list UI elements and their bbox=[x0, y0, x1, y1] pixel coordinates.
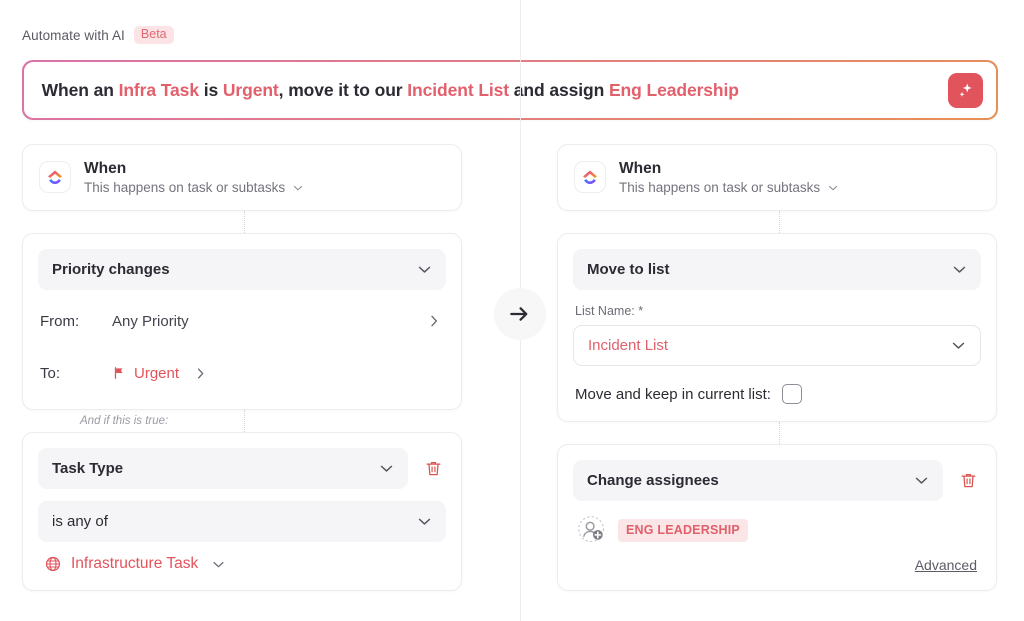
when-card-left[interactable]: When This happens on task or subtasks bbox=[22, 144, 462, 212]
list-name-label: List Name: * bbox=[575, 304, 644, 319]
when-subtitle-row-left[interactable]: This happens on task or subtasks bbox=[84, 180, 304, 195]
assignee-row: ENG LEADERSHIP bbox=[573, 501, 981, 545]
flag-icon bbox=[114, 367, 123, 380]
keep-in-list-checkbox[interactable] bbox=[781, 384, 802, 405]
condition-label: And if this is true: bbox=[80, 415, 169, 428]
trigger-card: Priority changes From: Any Priority To: bbox=[22, 233, 462, 411]
keep-in-list-label: Move and keep in current list: bbox=[575, 385, 771, 403]
trigger-from-row[interactable]: From: Any Priority bbox=[38, 302, 446, 340]
automation-builder-page: Automate with AI Beta When an Infra Task… bbox=[0, 0, 1024, 621]
connector-left-2 bbox=[244, 410, 245, 433]
when-title-right: When bbox=[619, 160, 662, 177]
generate-button[interactable] bbox=[948, 72, 984, 108]
advanced-link[interactable]: Advanced bbox=[915, 557, 977, 573]
condition-field-select[interactable]: Task Type bbox=[38, 448, 408, 490]
chevron-down-icon bbox=[418, 267, 431, 274]
chevron-down-icon bbox=[953, 267, 966, 274]
arrow-right-icon bbox=[510, 307, 528, 321]
trigger-to-value-wrap: Urgent bbox=[112, 365, 442, 382]
chevron-right-icon bbox=[198, 368, 204, 379]
condition-value-row[interactable]: Infrastructure Task bbox=[38, 542, 446, 573]
chevron-right-icon bbox=[431, 316, 438, 327]
move-to-list-body: Move to list List Name: * Incident List … bbox=[558, 234, 996, 421]
clickup-logo-icon bbox=[39, 161, 71, 194]
assignee-action-row: Change assignees bbox=[573, 460, 981, 502]
trigger-to-label: To: bbox=[40, 364, 61, 382]
move-action-select[interactable]: Move to list bbox=[573, 249, 981, 291]
chevron-down-icon bbox=[380, 466, 393, 473]
assignee-chip[interactable]: ENG LEADERSHIP bbox=[618, 518, 748, 542]
condition-operator-value: is any of bbox=[52, 513, 108, 531]
chevron-down-icon bbox=[829, 185, 838, 191]
list-name-select[interactable]: Incident List bbox=[573, 325, 981, 367]
move-action-value: Move to list bbox=[587, 261, 670, 279]
trigger-type-value: Priority changes bbox=[52, 261, 170, 279]
connector-right-1 bbox=[779, 211, 780, 234]
delete-action-button[interactable] bbox=[955, 467, 981, 495]
chevron-down-icon bbox=[294, 185, 303, 191]
delete-condition-button[interactable] bbox=[420, 455, 446, 483]
ai-prompt-text[interactable]: When an Infra Task is Urgent, move it to… bbox=[42, 80, 739, 101]
when-subtitle-left: This happens on task or subtasks bbox=[84, 180, 286, 196]
trigger-panel: When This happens on task or subtasks Pr… bbox=[22, 144, 462, 592]
connector-right-2 bbox=[779, 422, 780, 445]
chevron-down-icon bbox=[418, 519, 431, 526]
page-title: Automate with AI bbox=[22, 27, 125, 43]
sparkle-icon bbox=[959, 83, 973, 97]
condition-value-text: Infrastructure Task bbox=[71, 555, 199, 573]
flow-arrow-badge bbox=[494, 288, 546, 340]
when-title-left: When bbox=[84, 160, 127, 177]
action-panel: When This happens on task or subtasks Mo… bbox=[557, 144, 997, 592]
page-header: Automate with AI Beta bbox=[22, 24, 174, 46]
chevron-down-icon bbox=[915, 478, 928, 485]
when-card-left-text: When This happens on task or subtasks bbox=[84, 159, 304, 195]
trigger-to-row[interactable]: To: Urgent bbox=[38, 354, 446, 392]
ai-prompt-banner[interactable]: When an Infra Task is Urgent, move it to… bbox=[22, 60, 998, 120]
trash-icon bbox=[961, 474, 975, 488]
when-subtitle-right: This happens on task or subtasks bbox=[619, 180, 821, 196]
advanced-row: Advanced bbox=[573, 545, 981, 573]
change-assignees-body: Change assignees ENG LEADERSHIP Advanced bbox=[558, 445, 996, 590]
when-card-right[interactable]: When This happens on task or subtasks bbox=[557, 144, 997, 212]
chevron-down-icon bbox=[952, 343, 965, 350]
trash-icon bbox=[426, 462, 440, 476]
ai-prompt-inner: When an Infra Task is Urgent, move it to… bbox=[23, 61, 997, 119]
trigger-to-value: Urgent bbox=[134, 364, 180, 382]
connector-left-1 bbox=[244, 211, 245, 234]
condition-field-value: Task Type bbox=[52, 460, 124, 478]
condition-label-row: And if this is true: bbox=[22, 410, 462, 433]
beta-badge: Beta bbox=[133, 26, 174, 44]
keep-in-list-row: Move and keep in current list: bbox=[573, 384, 981, 405]
trigger-from-label: From: bbox=[40, 312, 80, 330]
assignee-action-select[interactable]: Change assignees bbox=[573, 460, 943, 502]
when-subtitle-row-right[interactable]: This happens on task or subtasks bbox=[619, 180, 839, 195]
add-user-icon[interactable] bbox=[577, 515, 607, 545]
chevron-down-icon bbox=[213, 561, 224, 568]
trigger-type-select[interactable]: Priority changes bbox=[38, 249, 446, 291]
when-card-right-text: When This happens on task or subtasks bbox=[619, 159, 839, 195]
condition-operator-select[interactable]: is any of bbox=[38, 501, 446, 543]
condition-field-row: Task Type bbox=[38, 448, 446, 490]
globe-icon bbox=[45, 557, 61, 572]
assignee-action-value: Change assignees bbox=[587, 472, 719, 490]
trigger-card-body: Priority changes From: Any Priority To: bbox=[23, 234, 461, 409]
clickup-logo-icon bbox=[574, 161, 606, 194]
condition-card: Task Type is any of Infrastructure Task bbox=[22, 432, 462, 592]
condition-card-body: Task Type is any of Infrastructure Task bbox=[23, 433, 461, 590]
move-to-list-card: Move to list List Name: * Incident List … bbox=[557, 233, 997, 423]
trigger-from-value: Any Priority bbox=[112, 312, 189, 330]
list-name-value: Incident List bbox=[588, 337, 669, 355]
change-assignees-card: Change assignees ENG LEADERSHIP Advanced bbox=[557, 444, 997, 592]
